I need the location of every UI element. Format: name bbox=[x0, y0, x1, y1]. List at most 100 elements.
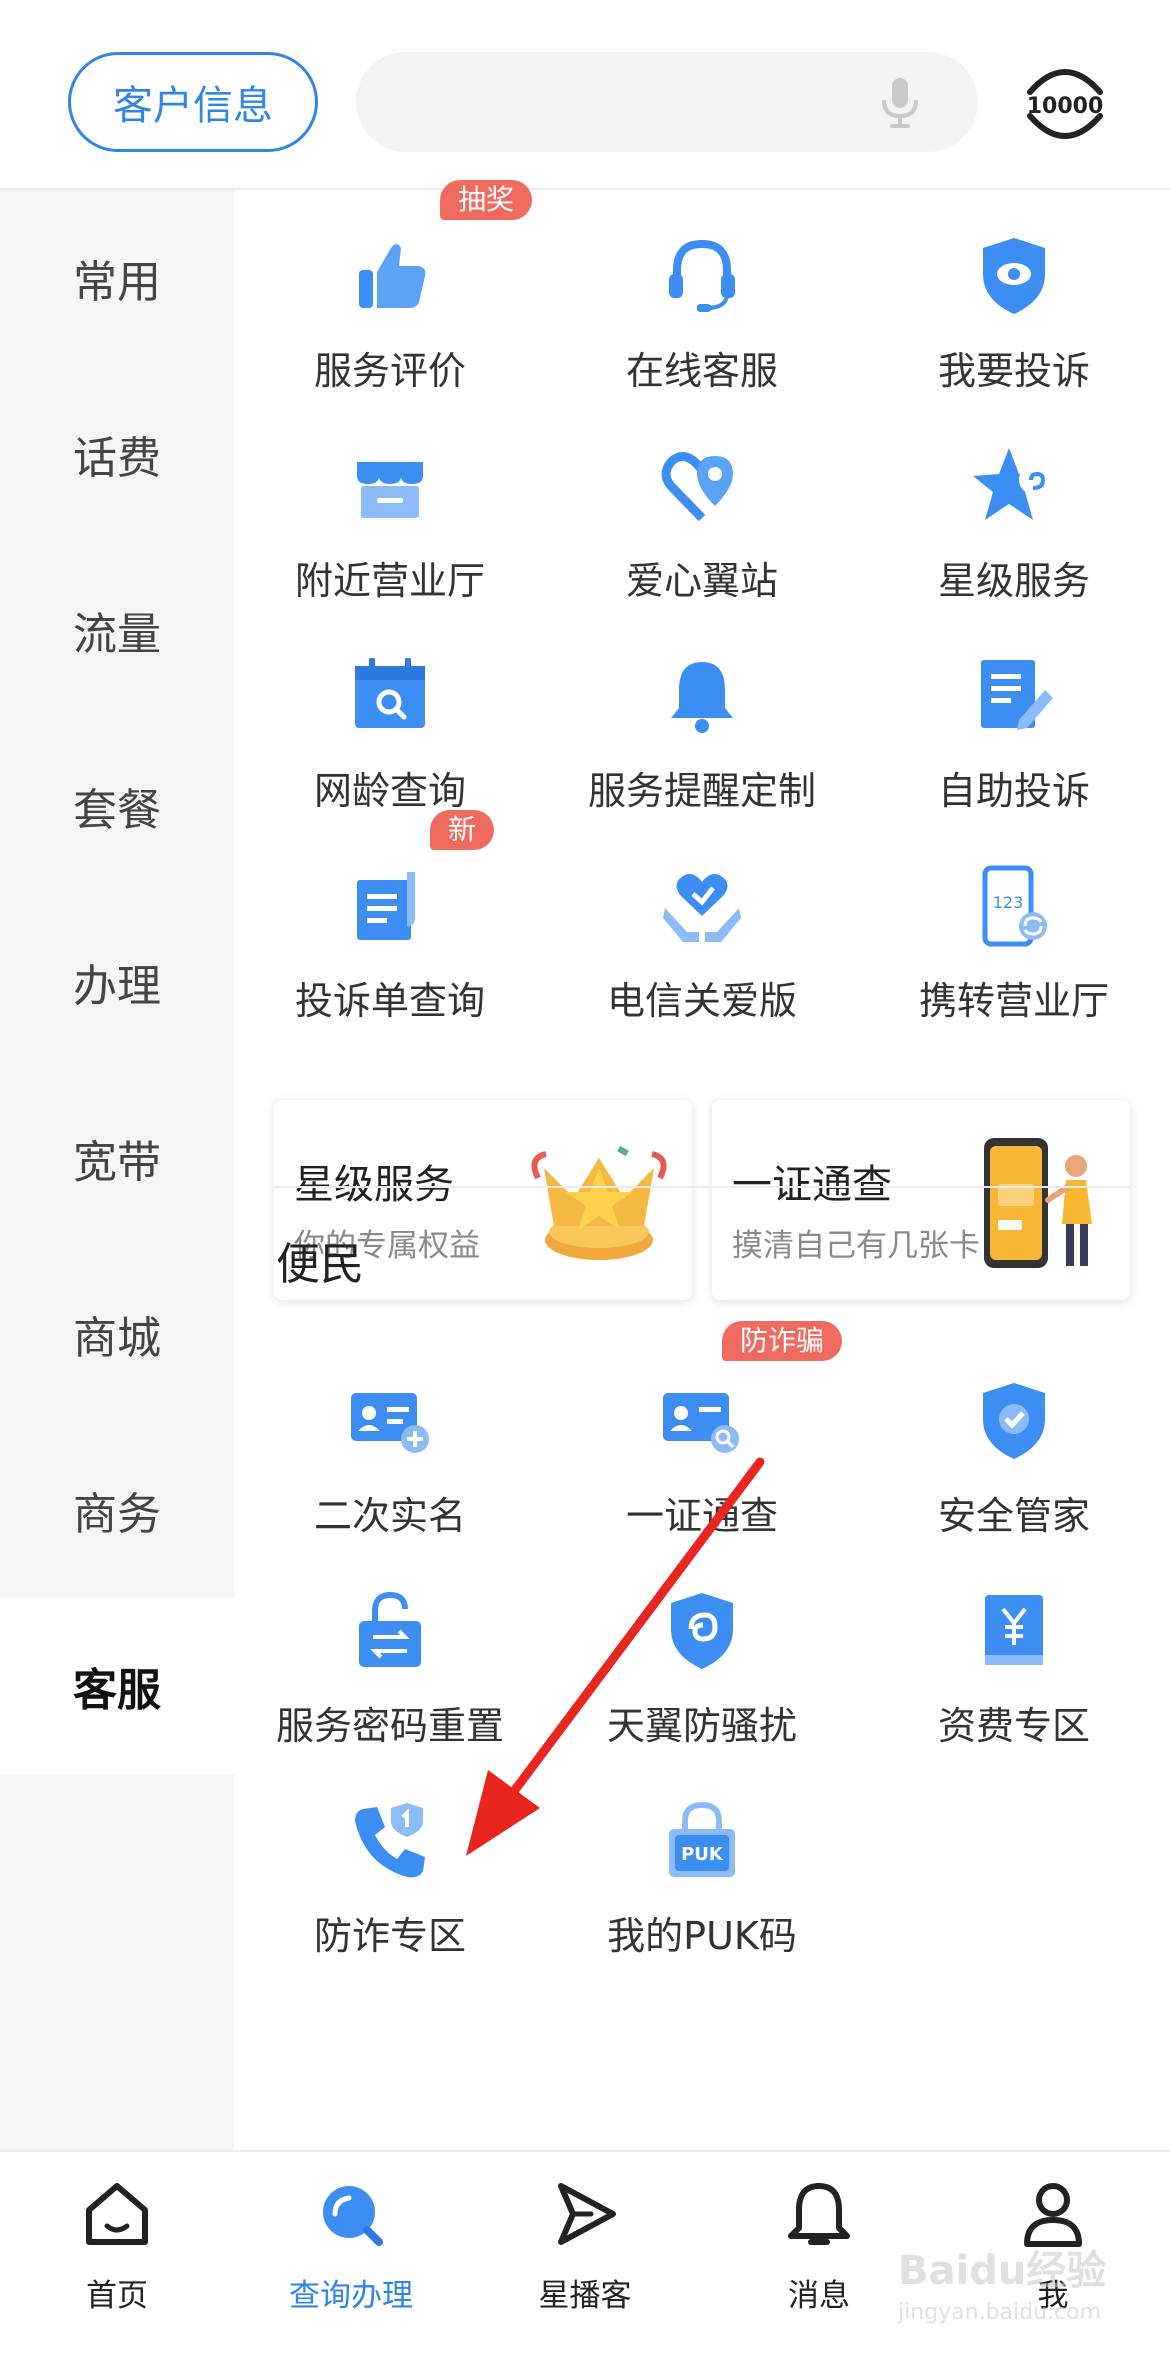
category-sidebar: 常用 话费 流量 套餐 办理 宽带 商城 商务 客服 bbox=[0, 190, 234, 2150]
sidebar-item-data[interactable]: 流量 bbox=[0, 542, 234, 718]
hands-heart-icon bbox=[663, 874, 741, 942]
play-icon bbox=[558, 2183, 616, 2245]
bell-icon bbox=[671, 662, 733, 733]
nav-star-podcast[interactable]: 星播客 bbox=[468, 2170, 702, 2340]
star-icon bbox=[973, 448, 1047, 520]
svg-text:123: 123 bbox=[993, 893, 1024, 912]
puk-code-item[interactable]: PUK 我的PUK码 bbox=[546, 1755, 858, 1965]
grid-item-label: 自助投诉 bbox=[937, 769, 1090, 813]
grid-item-label: 二次实名 bbox=[313, 1494, 466, 1538]
baidu-watermark: Baidu经验 jingyan.baidu.com bbox=[880, 2232, 1160, 2342]
yuan-book-icon bbox=[985, 1595, 1043, 1665]
search-input[interactable] bbox=[356, 52, 978, 152]
sidebar-item-handle[interactable]: 办理 bbox=[0, 894, 234, 1070]
complaint-item[interactable]: 我要投诉 bbox=[858, 190, 1170, 400]
top-header: 客户信息 10000 bbox=[0, 0, 1170, 190]
shield-eye-icon bbox=[983, 238, 1045, 314]
grid-item-label: 我要投诉 bbox=[937, 349, 1090, 393]
section-title-convenience: 便民 bbox=[276, 1239, 364, 1290]
port-store-item[interactable]: 123 携转营业厅 bbox=[858, 820, 1170, 1030]
sidebar-item-billing[interactable]: 话费 bbox=[0, 366, 234, 542]
edit-document-icon bbox=[981, 660, 1053, 730]
one-id-check-item[interactable]: 防诈骗 一证通查 bbox=[546, 1321, 858, 1545]
home-icon bbox=[86, 2183, 148, 2245]
grid-item-label: 星级服务 bbox=[937, 559, 1090, 603]
main-content: 抽奖 服务评价 在线客服 我要投诉 附近营业厅 爱心翼站 星级服务 网龄查询 服… bbox=[234, 180, 1170, 2150]
network-age-item[interactable]: 网龄查询 bbox=[234, 610, 546, 820]
id-check-card[interactable]: 一证通查 摸清自己有几张卡 bbox=[712, 1100, 1130, 1300]
sidebar-item-customer-service[interactable]: 客服 bbox=[0, 1598, 234, 1774]
card-subtitle: 摸清自己有几张卡 bbox=[732, 1228, 980, 1264]
svg-text:PUK: PUK bbox=[681, 1844, 724, 1865]
service-reminder-item[interactable]: 服务提醒定制 bbox=[546, 610, 858, 820]
sidebar-item-business[interactable]: 商务 bbox=[0, 1422, 234, 1598]
online-service-item[interactable]: 在线客服 bbox=[546, 190, 858, 400]
grid-item-label: 一证通查 bbox=[625, 1494, 778, 1538]
love-station-item[interactable]: 爱心翼站 bbox=[546, 400, 858, 610]
nav-label: 星播客 bbox=[538, 2278, 632, 2314]
second-realname-item[interactable]: 二次实名 bbox=[234, 1335, 546, 1545]
bottom-navigation: 首页 查询办理 星播客 消息 我 Baidu经验 jingyan.baidu.c… bbox=[0, 2150, 1170, 2356]
nav-query[interactable]: 查询办理 bbox=[234, 2170, 468, 2340]
service-rating-item[interactable]: 抽奖 服务评价 bbox=[234, 180, 546, 400]
grid-item-label: 服务评价 bbox=[313, 349, 466, 393]
grid-item-label: 电信关爱版 bbox=[606, 979, 797, 1023]
grid-item-label: 天翼防骚扰 bbox=[606, 1704, 797, 1748]
grid-item-label: 防诈专区 bbox=[313, 1914, 466, 1958]
10000-hotline-icon[interactable]: 10000 bbox=[1020, 58, 1110, 148]
self-complaint-item[interactable]: 自助投诉 bbox=[858, 610, 1170, 820]
microphone-icon[interactable] bbox=[870, 72, 930, 132]
lock-reset-icon bbox=[359, 1591, 421, 1667]
calendar-search-icon bbox=[355, 658, 425, 728]
store-icon bbox=[357, 462, 423, 518]
logo-text: 10000 bbox=[1027, 94, 1104, 119]
complaint-doc-icon bbox=[357, 872, 415, 940]
grid-item-label: 资费专区 bbox=[937, 1704, 1090, 1748]
section-divider bbox=[274, 1186, 1130, 1188]
new-badge: 新 bbox=[430, 810, 495, 850]
sidebar-item-mall[interactable]: 商城 bbox=[0, 1246, 234, 1422]
customer-info-button[interactable]: 客户信息 bbox=[68, 52, 318, 152]
sidebar-item-plan[interactable]: 套餐 bbox=[0, 718, 234, 894]
grid-item-label: 在线客服 bbox=[625, 349, 778, 393]
card-title: 一证通查 bbox=[732, 1162, 892, 1208]
grid-item-label: 投诉单查询 bbox=[294, 979, 485, 1023]
watermark-line2: jingyan.baidu.com bbox=[898, 2300, 1102, 2325]
security-manager-item[interactable]: 安全管家 bbox=[858, 1335, 1170, 1545]
grid-item-label: 安全管家 bbox=[937, 1494, 1090, 1538]
shield-check-icon bbox=[983, 1383, 1045, 1459]
grid-item-label: 附近营业厅 bbox=[294, 559, 485, 603]
id-card-search-icon bbox=[663, 1393, 739, 1453]
nav-home[interactable]: 首页 bbox=[0, 2170, 234, 2340]
grid-item-label: 爱心翼站 bbox=[625, 559, 778, 603]
heart-pin-icon bbox=[661, 452, 733, 522]
sidebar-item-common[interactable]: 常用 bbox=[0, 190, 234, 366]
shield-swirl-icon bbox=[671, 1593, 733, 1669]
nav-label: 首页 bbox=[86, 2278, 148, 2314]
headset-icon bbox=[669, 239, 735, 312]
tariff-zone-item[interactable]: 资费专区 bbox=[858, 1545, 1170, 1755]
grid-item-label: 网龄查询 bbox=[313, 769, 466, 813]
card-title: 星级服务 bbox=[294, 1162, 454, 1208]
anti-fraud-zone-item[interactable]: 防诈专区 bbox=[234, 1755, 546, 1965]
telecom-care-item[interactable]: 电信关爱版 bbox=[546, 820, 858, 1030]
puk-lock-icon: PUK bbox=[669, 1801, 735, 1877]
password-reset-item[interactable]: 服务密码重置 bbox=[234, 1545, 546, 1755]
nav-label: 查询办理 bbox=[289, 2278, 413, 2314]
anti-harassment-item[interactable]: 天翼防骚扰 bbox=[546, 1545, 858, 1755]
search-query-icon bbox=[323, 2186, 383, 2246]
watermark-line1: Baidu经验 bbox=[898, 2248, 1107, 2294]
id-card-plus-icon bbox=[351, 1393, 429, 1453]
thumbs-up-icon bbox=[359, 244, 426, 308]
phone-shield-icon bbox=[355, 1803, 425, 1878]
grid-item-label: 服务密码重置 bbox=[275, 1704, 504, 1748]
sidebar-item-broadband[interactable]: 宽带 bbox=[0, 1070, 234, 1246]
complaint-query-item[interactable]: 新 投诉单查询 bbox=[234, 810, 546, 1030]
lottery-badge: 抽奖 bbox=[440, 180, 533, 220]
phone-123-icon: 123 bbox=[982, 865, 1047, 947]
grid-item-label: 我的PUK码 bbox=[607, 1914, 797, 1958]
anti-fraud-badge: 防诈骗 bbox=[722, 1321, 843, 1361]
star-service-item[interactable]: 星级服务 bbox=[858, 400, 1170, 610]
nearby-store-item[interactable]: 附近营业厅 bbox=[234, 400, 546, 610]
grid-item-label: 携转营业厅 bbox=[918, 979, 1109, 1023]
